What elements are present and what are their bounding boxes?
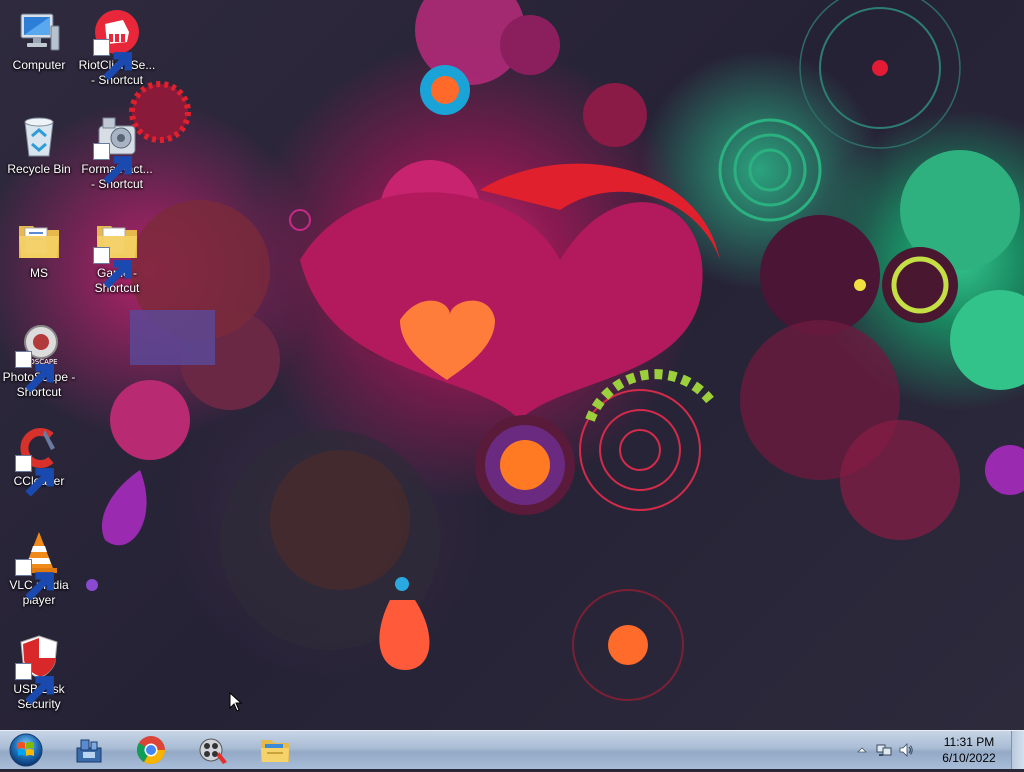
video-app-icon (199, 738, 227, 764)
network-icon[interactable] (876, 742, 892, 758)
taskbar-video-app-button[interactable] (186, 732, 240, 768)
ccleaner-icon (15, 424, 63, 497)
usb-disk-security-icon (15, 632, 63, 705)
taskbar: 11:31 PM 6/10/2022 (0, 730, 1024, 769)
shortcut-arrow-icon (15, 455, 54, 497)
desktop-icon-photoscape[interactable]: TOSCAPE PhotoScape - Shortcut (0, 320, 78, 400)
desktop[interactable]: Computer Recycle Bin MS TOSCAPE PhotoSca… (0, 0, 1024, 730)
desktop-icon-usb-disk-security[interactable]: USB Disk Security (0, 632, 78, 712)
shortcut-arrow-icon (93, 143, 132, 185)
computer-icon (15, 8, 63, 56)
volume-icon[interactable] (898, 742, 914, 758)
clock[interactable]: 11:31 PM 6/10/2022 (934, 734, 1004, 766)
shortcut-arrow-icon (93, 39, 132, 81)
shortcut-arrow-icon (15, 663, 54, 705)
shortcut-arrow-icon (15, 351, 54, 393)
taskbar-chrome-button[interactable] (124, 732, 178, 768)
vlc-icon (15, 528, 63, 601)
start-button[interactable] (4, 732, 48, 768)
shortcut-arrow-icon (93, 247, 132, 289)
folder-icon (93, 216, 141, 289)
desktop-icon-recycle-bin[interactable]: Recycle Bin (0, 112, 78, 177)
taskbar-file-explorer-button[interactable] (248, 732, 302, 768)
photoscape-icon: TOSCAPE (15, 320, 63, 393)
file-explorer-icon (261, 740, 289, 762)
icon-label: Computer (12, 58, 66, 72)
show-desktop-button[interactable] (1011, 731, 1024, 769)
taskbar-network-app-button[interactable] (62, 732, 116, 768)
desktop-icon-vlc[interactable]: VLC media player (0, 528, 78, 608)
mouse-cursor-icon (229, 692, 243, 712)
desktop-icon-ccleaner[interactable]: CCleaner (0, 424, 78, 497)
icon-label: Recycle Bin (7, 162, 71, 176)
clock-date: 6/10/2022 (942, 751, 996, 765)
desktop-icon-format-factory[interactable]: FormatFact... - Shortcut (78, 112, 156, 192)
shortcut-arrow-icon (15, 559, 54, 601)
recycle-bin-icon (15, 112, 63, 160)
folder-icon (15, 216, 63, 264)
desktop-icon-computer[interactable]: Computer (0, 8, 78, 73)
riot-client-icon (93, 8, 141, 81)
wallpaper (86, 0, 1024, 701)
desktop-icon-ms-folder[interactable]: MS (0, 216, 78, 281)
windows-logo-icon (9, 733, 43, 767)
clock-time: 11:31 PM (943, 735, 995, 749)
network-app-icon (76, 739, 102, 763)
desktop-icon-game-shortcut[interactable]: Game - Shortcut (78, 216, 156, 296)
chrome-icon (137, 736, 165, 764)
format-factory-icon (93, 112, 141, 185)
system-tray: 11:31 PM 6/10/2022 (854, 731, 1024, 769)
icon-label: MS (30, 266, 48, 280)
desktop-icon-riot-client[interactable]: RiotClientSe... - Shortcut (78, 8, 156, 88)
show-hidden-icons-icon[interactable] (854, 742, 870, 758)
